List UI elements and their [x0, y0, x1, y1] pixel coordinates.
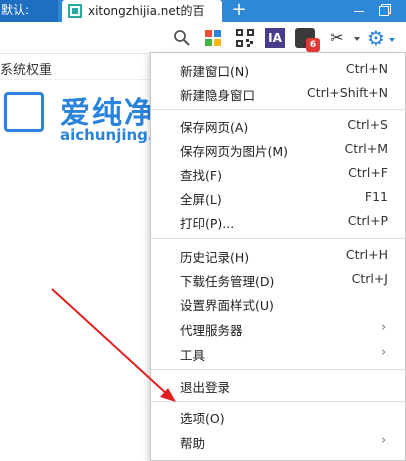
menu-item-new-incognito-window[interactable]: 新建隐身窗口 Ctrl+Shift+N: [151, 81, 405, 105]
logo-mark-icon: [4, 92, 44, 132]
menu-item-save-page[interactable]: 保存网页(A) Ctrl+S: [151, 113, 405, 137]
scissors-dropdown-arrow-icon[interactable]: [354, 37, 360, 41]
search-icon[interactable]: [172, 28, 192, 48]
ia-extension-icon[interactable]: IA: [265, 28, 285, 48]
menu-item-options[interactable]: 选项(O): [151, 404, 405, 428]
menu-item-downloads[interactable]: 下载任务管理(D) Ctrl+J: [151, 267, 405, 291]
menu-item-tools[interactable]: 工具 ›: [151, 341, 405, 365]
menu-item-proxy-server[interactable]: 代理服务器 ›: [151, 316, 405, 340]
menu-separator: [151, 369, 405, 370]
menu-item-fullscreen[interactable]: 全屏(L) F11: [151, 185, 405, 209]
browser-window: 默认: xitongzhijia.net的百 + IA 6 ✂ ⚙ 系统权重 爱…: [0, 0, 406, 461]
qr-code-icon[interactable]: [235, 28, 255, 48]
menu-item-save-page-as-image[interactable]: 保存网页为图片(M) Ctrl+M: [151, 137, 405, 161]
tab-active[interactable]: xitongzhijia.net的百: [62, 0, 222, 22]
new-tab-button[interactable]: +: [228, 0, 250, 22]
extension-icon[interactable]: 6: [295, 28, 320, 52]
menu-item-interface-style[interactable]: 设置界面样式(U): [151, 291, 405, 315]
menu-separator: [151, 401, 405, 402]
apps-grid-icon[interactable]: [203, 28, 223, 48]
chevron-right-icon: ›: [381, 320, 387, 335]
site-logo: 爱纯净 aichunjing.com: [0, 86, 188, 146]
chevron-right-icon: ›: [381, 433, 387, 448]
settings-menu: 新建窗口(N) Ctrl+N 新建隐身窗口 Ctrl+Shift+N 保存网页(…: [150, 52, 406, 461]
menu-item-print[interactable]: 打印(P)... Ctrl+P: [151, 209, 405, 233]
menu-item-find[interactable]: 查找(F) Ctrl+F: [151, 161, 405, 185]
menu-item-help[interactable]: 帮助 ›: [151, 429, 405, 453]
menu-item-logout[interactable]: 退出登录: [151, 373, 405, 397]
tab-previous[interactable]: 默认:: [0, 0, 58, 22]
gear-dropdown-arrow-icon[interactable]: [389, 38, 395, 42]
chevron-right-icon: ›: [381, 345, 387, 360]
extension-badge: 6: [306, 38, 320, 52]
tab-active-title: xitongzhijia.net的百: [88, 4, 205, 18]
site-favicon-icon: [68, 4, 82, 18]
gear-icon[interactable]: ⚙: [366, 28, 386, 48]
menu-separator: [151, 238, 405, 239]
maximize-button[interactable]: [372, 0, 398, 22]
bookmark-label[interactable]: 系统权重: [0, 59, 52, 78]
tab-bar: 默认: xitongzhijia.net的百 +: [0, 0, 406, 22]
menu-item-new-window[interactable]: 新建窗口(N) Ctrl+N: [151, 57, 405, 81]
minimize-button[interactable]: [346, 0, 372, 22]
toolbar: IA 6 ✂ ⚙: [0, 22, 406, 54]
menu-item-history[interactable]: 历史记录(H) Ctrl+H: [151, 243, 405, 267]
tab-previous-label: 默认:: [1, 3, 30, 17]
menu-separator: [151, 109, 405, 110]
scissors-icon[interactable]: ✂: [327, 28, 347, 48]
